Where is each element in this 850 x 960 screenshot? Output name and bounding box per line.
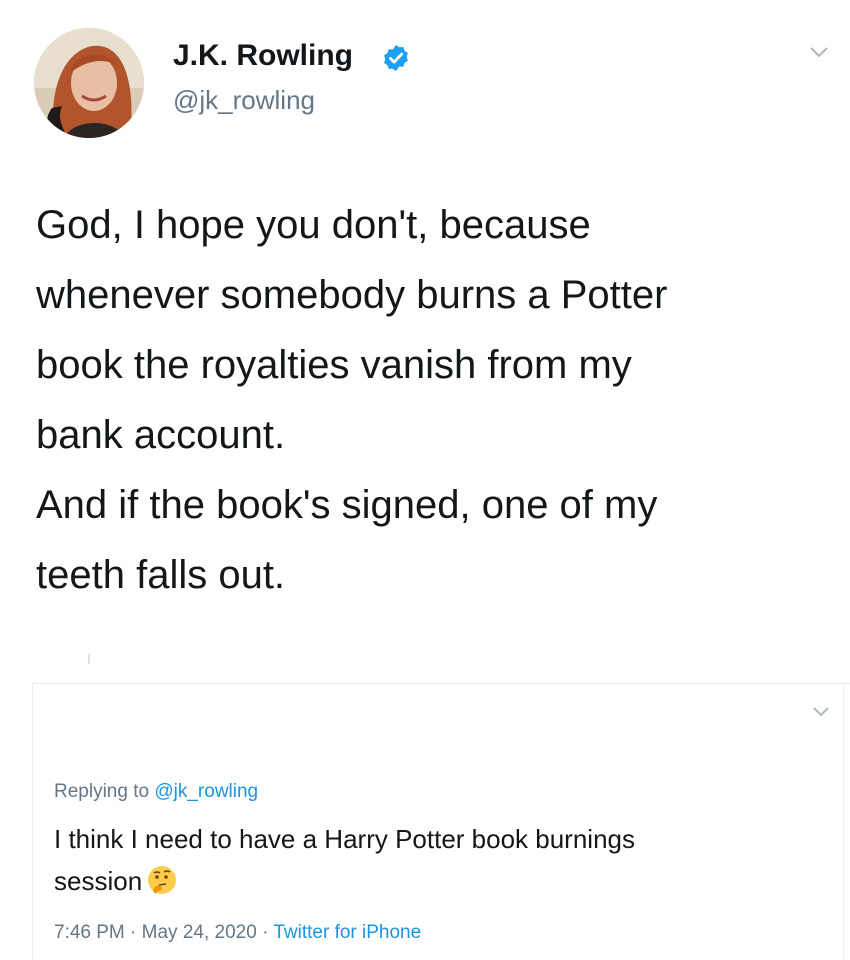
reply-text: I think I need to have a Harry Potter bo…: [54, 818, 814, 902]
avatar-image: [34, 28, 144, 138]
author-avatar[interactable]: [34, 28, 144, 138]
tweet-text: God, I hope you don't, because whenever …: [36, 190, 836, 610]
author-handle[interactable]: @jk_rowling: [173, 85, 315, 116]
divider-tick: [88, 654, 90, 664]
tweet-line: God, I hope you don't, because: [36, 203, 591, 247]
meta-separator: ·: [262, 922, 269, 943]
chevron-down-icon[interactable]: [812, 706, 830, 718]
tweet-line: whenever somebody burns a Potter: [36, 273, 668, 317]
tweet-line: bank account.: [36, 413, 286, 457]
reply-text-line-2: session: [54, 860, 814, 902]
reply-tweet: Replying to @jk_rowling I think I need t…: [32, 683, 850, 960]
thinking-face-emoji: [146, 864, 178, 896]
right-border: [843, 683, 844, 960]
replying-prefix: Replying to: [54, 781, 150, 802]
tweet-source-link[interactable]: Twitter for iPhone: [273, 922, 421, 943]
tweet-line: And if the book's signed, one of my: [36, 483, 658, 527]
tweet-meta: 7:46 PM · May 24, 2020 · Twitter for iPh…: [54, 922, 421, 944]
main-tweet: J.K. Rowling @jk_rowling God, I hope you…: [0, 0, 850, 664]
tweet-date[interactable]: May 24, 2020: [142, 922, 257, 943]
replying-mention-link[interactable]: @jk_rowling: [154, 781, 258, 802]
author-name[interactable]: J.K. Rowling: [173, 39, 353, 73]
verified-badge-icon: [384, 44, 408, 72]
reply-text-word: session: [54, 866, 143, 896]
tweet-time[interactable]: 7:46 PM: [54, 922, 125, 943]
replying-to-line: Replying to @jk_rowling: [54, 781, 258, 803]
meta-separator: ·: [130, 922, 137, 943]
reply-text-line: I think I need to have a Harry Potter bo…: [54, 824, 636, 854]
tweet-line: teeth falls out.: [36, 553, 286, 597]
tweet-line: book the royalties vanish from my: [36, 343, 632, 387]
chevron-down-icon[interactable]: [808, 44, 830, 60]
